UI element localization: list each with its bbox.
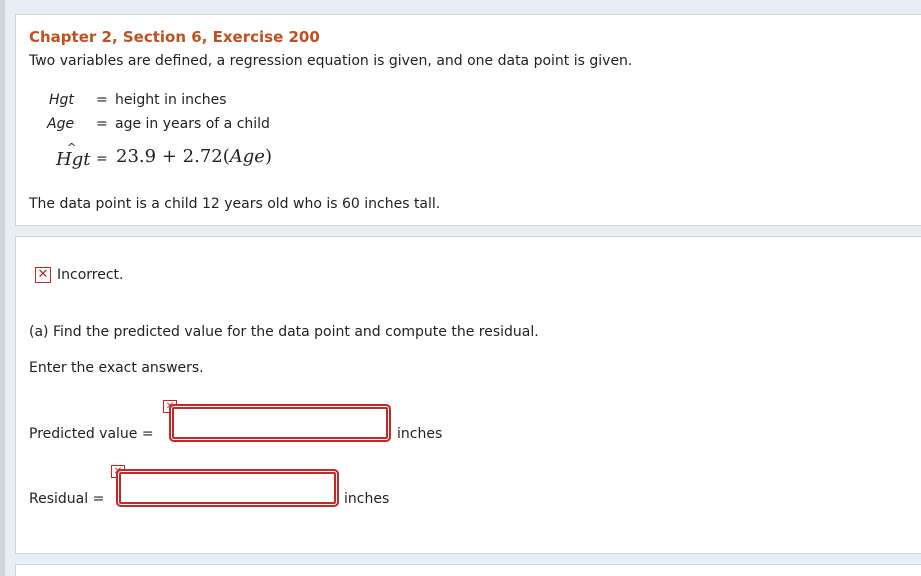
status-label: Incorrect. xyxy=(57,267,124,283)
data-point-text: The data point is a child 12 years old w… xyxy=(29,196,441,212)
definition-text: height in inches xyxy=(115,92,227,108)
plus-sign: + xyxy=(161,146,177,167)
definition-equals: = xyxy=(96,92,108,108)
predicted-unit: inches xyxy=(397,426,443,442)
question-text: (a) Find the predicted value for the dat… xyxy=(29,324,539,340)
problem-panel: Chapter 2, Section 6, Exercise 200 Two v… xyxy=(15,14,921,226)
definition-variable: Hgt xyxy=(49,92,74,108)
x-mark-icon: ✕ xyxy=(35,267,51,283)
regression-formula: 23.9 + 2.72(Age) xyxy=(116,146,272,167)
instructions-text: Enter the exact answers. xyxy=(29,360,204,376)
left-divider xyxy=(0,0,5,576)
definition-text: age in years of a child xyxy=(115,116,270,132)
exercise-title: Chapter 2, Section 6, Exercise 200 xyxy=(29,28,320,46)
predicted-value-label: Predicted value = xyxy=(29,426,154,442)
definition-variable: Age xyxy=(47,116,75,132)
answer-panel: ✕ Incorrect. (a) Find the predicted valu… xyxy=(15,236,921,554)
intercept: 23.9 xyxy=(116,146,157,167)
slope: 2.72 xyxy=(182,146,223,167)
residual-label: Residual = xyxy=(29,491,105,507)
predicted-value-input[interactable] xyxy=(172,407,388,439)
next-panel xyxy=(15,564,921,576)
regression-equation: ^ Hgt = 23.9 + 2.72(Age) xyxy=(42,141,342,177)
page: Chapter 2, Section 6, Exercise 200 Two v… xyxy=(0,0,921,576)
residual-input[interactable] xyxy=(119,472,336,504)
predictor: Age xyxy=(229,146,265,167)
residual-unit: inches xyxy=(344,491,390,507)
regression-equals: = xyxy=(96,151,108,167)
predicted-variable: Hgt xyxy=(56,149,91,170)
status-badge: ✕ Incorrect. xyxy=(35,267,123,283)
definition-equals: = xyxy=(96,116,108,132)
exercise-intro: Two variables are defined, a regression … xyxy=(29,53,633,69)
